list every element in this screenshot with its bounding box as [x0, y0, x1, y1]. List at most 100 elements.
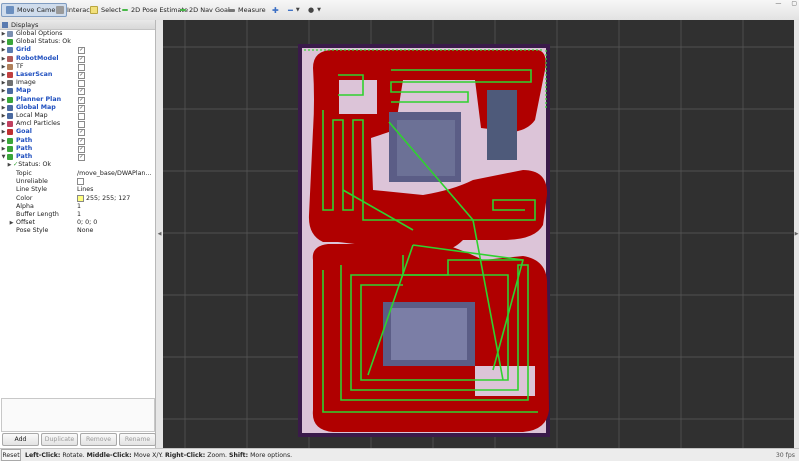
camera-type-button[interactable]: ● ▼: [304, 3, 325, 17]
display-item[interactable]: ▶ LaserScan ✓: [0, 71, 155, 79]
display-item[interactable]: ▶ Amcl Particles: [0, 120, 155, 129]
rename-button[interactable]: Rename: [119, 433, 156, 446]
enable-checkbox[interactable]: ✓: [78, 96, 85, 104]
expand-arrow-icon[interactable]: ▶: [0, 145, 7, 153]
expand-arrow-icon[interactable]: ▶: [0, 96, 7, 104]
property-value[interactable]: [77, 178, 86, 186]
property-value[interactable]: 0; 0; 0: [77, 219, 97, 226]
enable-checkbox[interactable]: ✓: [78, 145, 85, 153]
display-item[interactable]: ▶ Global Options: [0, 30, 155, 38]
enable-checkbox[interactable]: [78, 121, 85, 129]
enable-checkbox[interactable]: [78, 113, 85, 120]
path-status-row[interactable]: ▶ ✓ Status: Ok: [0, 161, 155, 169]
enable-checkbox[interactable]: ✓: [78, 88, 85, 96]
expand-arrow-icon[interactable]: ▶: [0, 79, 7, 87]
reset-button[interactable]: Reset: [1, 449, 21, 461]
display-item-label: Global Map: [16, 103, 56, 111]
expand-arrow-icon[interactable]: ▶: [0, 63, 7, 71]
render-viewport[interactable]: [163, 20, 794, 448]
property-value[interactable]: /move_base/DWAPlan...: [77, 170, 151, 177]
enable-checkbox[interactable]: ✓: [78, 72, 85, 79]
expand-arrow-icon[interactable]: ▶: [0, 30, 7, 38]
property-value[interactable]: 255; 255; 127: [77, 194, 130, 202]
property-row[interactable]: Line Style Lines: [0, 186, 155, 194]
grid-icon: [7, 47, 13, 54]
displays-title: Displays: [11, 20, 39, 29]
camera-icon: ●: [308, 6, 315, 14]
expand-arrow-icon[interactable]: ▼: [0, 153, 7, 161]
color-swatch[interactable]: [77, 194, 84, 202]
property-key: Topic: [16, 169, 32, 177]
property-value[interactable]: Lines: [77, 186, 93, 193]
add-button[interactable]: Add: [2, 433, 39, 446]
enable-checkbox[interactable]: ✓: [78, 55, 85, 63]
right-splitter[interactable]: ▶: [794, 20, 799, 448]
expand-arrow-icon[interactable]: ▶: [8, 220, 15, 226]
tf-icon: [7, 63, 13, 70]
display-item[interactable]: ▶ Goal ✓: [0, 128, 155, 137]
expand-arrow-icon[interactable]: ▶: [0, 38, 7, 46]
property-row[interactable]: ▶ Offset 0; 0; 0: [0, 219, 155, 227]
expand-arrow-icon[interactable]: ▶: [0, 137, 7, 145]
display-item[interactable]: ▶ Grid ✓: [0, 46, 155, 55]
expand-arrow-icon[interactable]: ▶: [0, 46, 7, 54]
property-row[interactable]: Unreliable: [0, 178, 155, 186]
maximize-icon[interactable]: ▢: [791, 0, 797, 7]
goal-icon: [7, 129, 13, 136]
minimize-icon[interactable]: —: [775, 0, 781, 7]
display-item[interactable]: ▶ Local Map: [0, 112, 155, 120]
displays-header: Displays: [0, 20, 155, 30]
property-row[interactable]: Topic/move_base/DWAPlan...: [0, 169, 155, 177]
interact-icon: [56, 6, 64, 14]
display-item[interactable]: ▶ Path ✓: [0, 137, 155, 145]
display-item-label: RobotModel: [16, 54, 59, 62]
free-pocket-bottom: [475, 366, 535, 396]
display-item[interactable]: ▼ Path ✓: [0, 153, 155, 161]
property-value[interactable]: None: [77, 227, 93, 234]
enable-checkbox[interactable]: ✓: [78, 137, 85, 145]
left-splitter[interactable]: ◀: [156, 20, 163, 448]
enable-checkbox[interactable]: ✓: [78, 154, 85, 161]
unreliable-checkbox[interactable]: [77, 178, 84, 186]
display-item[interactable]: ▶ TF: [0, 63, 155, 71]
property-row[interactable]: Buffer Length 1: [0, 210, 155, 218]
map-folder-icon: [7, 113, 13, 120]
display-item[interactable]: ▶ Path ✓: [0, 145, 155, 153]
laser-icon: [7, 72, 13, 79]
path-icon: [7, 96, 13, 103]
expand-arrow-icon[interactable]: ▶: [0, 128, 7, 136]
property-value[interactable]: 1: [77, 211, 81, 218]
displays-panel: Displays ▶ Global Options ▶ Global Status: …: [0, 20, 156, 448]
property-value-text: 1: [77, 210, 82, 218]
display-item[interactable]: ▶ RobotModel ✓: [0, 55, 155, 63]
property-row[interactable]: Alpha 1: [0, 202, 155, 210]
property-value[interactable]: 1: [77, 203, 81, 210]
expand-arrow-icon[interactable]: ▶: [0, 87, 7, 95]
expand-arrow-icon[interactable]: ▶: [0, 120, 7, 128]
enable-checkbox[interactable]: [78, 80, 85, 88]
expand-arrow-icon[interactable]: ▶: [0, 112, 7, 120]
crosshair-icon: ✚: [272, 5, 279, 15]
enable-checkbox[interactable]: ✓: [78, 129, 85, 137]
enable-checkbox[interactable]: [78, 63, 85, 71]
enable-checkbox[interactable]: ✓: [78, 104, 85, 112]
expand-arrow-icon[interactable]: ▶: [0, 104, 7, 112]
add-tool-button[interactable]: ✚: [268, 3, 283, 17]
enable-checkbox[interactable]: ✓: [78, 47, 85, 55]
expand-arrow-icon[interactable]: ▶: [0, 71, 7, 79]
display-item[interactable]: ▶ Global Status: Ok: [0, 38, 155, 46]
measure-tool[interactable]: Measure: [224, 3, 270, 17]
remove-tool-button[interactable]: ━ ▼: [284, 3, 304, 17]
expand-arrow-icon[interactable]: ▶: [6, 161, 13, 169]
property-row[interactable]: Color 255; 255; 127: [0, 194, 155, 202]
obstacle-block-right: [487, 90, 517, 160]
remove-button[interactable]: Remove: [80, 433, 117, 446]
display-item[interactable]: ▶ Planner Plan ✓: [0, 96, 155, 104]
display-item[interactable]: ▶ Map ✓: [0, 87, 155, 96]
measure-label: Measure: [238, 6, 266, 14]
duplicate-button[interactable]: Duplicate: [41, 433, 78, 446]
display-item[interactable]: ▶ Global Map ✓: [0, 104, 155, 112]
display-item[interactable]: ▶ Image: [0, 79, 155, 88]
property-row[interactable]: Pose Style None: [0, 227, 155, 235]
expand-arrow-icon[interactable]: ▶: [0, 55, 7, 63]
